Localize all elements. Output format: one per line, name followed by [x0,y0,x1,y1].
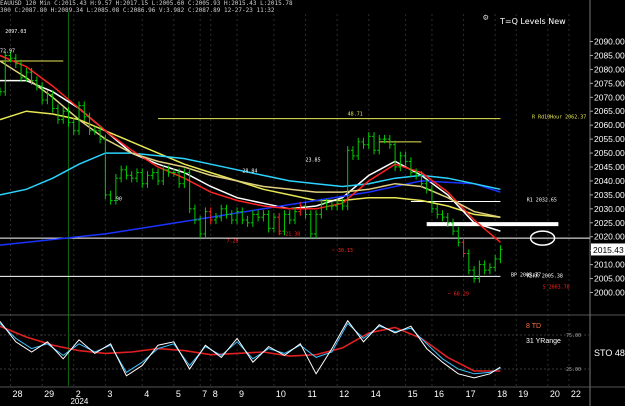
y-tick-label: 2030.00 [594,204,625,214]
x-tick-label: 8 [213,389,218,399]
x-tick-label: 4 [144,389,149,399]
y-tick-label: 2090.00 [594,37,625,47]
header-info-line-2: 300 C:2087.80 H:2089.34 L:2085.08 C:2086… [0,7,275,14]
x-tick-label: 29 [44,389,54,399]
x-tick-label: 12 [339,389,349,399]
chart-label: 90 [116,196,122,202]
y-tick-label: 2050.00 [594,148,625,158]
chart-label: R Rd10Hour 2062.37 [532,114,586,120]
chart-label: 2097.03 [5,29,26,35]
osc-legend-1: 8 TD [526,323,541,330]
osc-tick-label: 75.00 [566,333,581,339]
osc-legend-2: 31 YRange [526,338,561,345]
x-tick-label: 5 [176,389,181,399]
x-tick-label: 3 [107,389,112,399]
y-tick-label: 2005.00 [594,274,625,284]
y-tick-label: 2000.00 [594,287,625,297]
x-tick-label: 10 [276,389,286,399]
x-axis-year: 2024 [70,397,88,406]
header-info-line-1: EAUUSD 120 Min C:2015.43 H:9.57 H:2017.1… [0,0,293,7]
y-tick-label: 2075.00 [594,78,625,88]
chart-label: 72.97 [0,49,15,55]
chart-label: 48.71 [348,111,363,117]
chart-label: ~ 21.38 [279,231,300,237]
x-tick-label: 7 [202,389,207,399]
y-tick-label: 2070.00 [594,92,625,102]
y-tick-label: 2040.00 [594,176,625,186]
x-tick-label: 19 [518,389,528,399]
y-tick-label: 2055.00 [594,134,625,144]
x-tick-label: 28 [13,389,23,399]
gear-icon[interactable]: ⚙ [483,13,488,23]
y-tick-label: 2045.00 [594,162,625,172]
y-tick-label: 2010.00 [594,260,625,270]
chart-label: 28.84 [242,169,257,175]
price-chart[interactable]: 2097.03 72.97 48.71 R Rd10Hour 2062.37 23.85… [0,0,625,406]
chart-label: ~ 60.29 [448,291,469,297]
x-tick-label: 14 [371,389,381,399]
chart-label: S 2003.78 [543,284,570,290]
chart-label: ~ 30.13 [332,248,353,254]
x-tick-label: 17 [466,389,476,399]
x-tick-label: 18 [497,389,507,399]
x-tick-label: 15 [408,389,418,399]
x-tick-label: 16 [434,389,444,399]
y-tick-label: 2080.00 [594,64,625,74]
chart-label: R5RR 2005.38 [527,273,563,279]
y-tick-label: 2020.00 [594,232,625,242]
y-tick-label: 2025.00 [594,218,625,228]
chart-label: 7.28 [227,238,239,244]
chart-label: 23.85 [306,157,321,163]
y-tick-label: 2035.00 [594,190,625,200]
x-tick-label: 9 [239,389,244,399]
osc-title: STO 48 [594,348,625,358]
chart-label: R1 2032.65 [527,197,557,203]
x-tick-label: 20 [550,389,560,399]
osc-tick-label: 25.00 [566,367,581,373]
x-tick-label: 22 [571,389,581,399]
y-tick-label: 2085.00 [594,50,625,60]
y-tick-label: 2065.00 [594,106,625,116]
last-price-label: 2015.43 [593,245,624,255]
chart-title: T=Q Levels New [500,17,566,26]
y-tick-label: 2060.00 [594,120,625,130]
x-tick-label: 11 [308,389,317,399]
